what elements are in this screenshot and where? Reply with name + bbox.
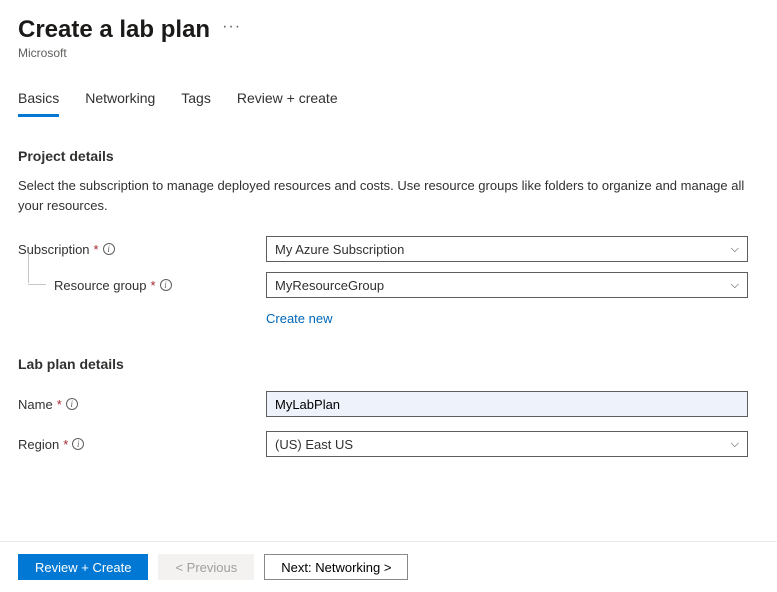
chevron-down-icon: ⌵ <box>731 438 739 451</box>
chevron-down-icon: ⌵ <box>731 279 739 292</box>
tab-networking[interactable]: Networking <box>85 84 155 117</box>
subscription-value: My Azure Subscription <box>275 242 404 257</box>
required-marker: * <box>151 278 156 293</box>
tabs: Basics Networking Tags Review + create <box>18 84 759 118</box>
project-details-heading: Project details <box>18 148 759 164</box>
resource-group-label: Resource group <box>54 278 147 293</box>
more-actions-icon[interactable]: ··· <box>222 18 241 42</box>
info-icon[interactable]: i <box>103 243 115 255</box>
footer: Review + Create < Previous Next: Network… <box>0 541 777 592</box>
resource-group-value: MyResourceGroup <box>275 278 384 293</box>
review-create-button[interactable]: Review + Create <box>18 554 148 580</box>
info-icon[interactable]: i <box>66 398 78 410</box>
required-marker: * <box>94 242 99 257</box>
create-new-link[interactable]: Create new <box>266 311 332 326</box>
tab-tags[interactable]: Tags <box>181 84 211 117</box>
lab-plan-details-heading: Lab plan details <box>18 356 759 372</box>
required-marker: * <box>57 397 62 412</box>
project-details-description: Select the subscription to manage deploy… <box>18 176 758 215</box>
page-title: Create a lab plan <box>18 16 210 44</box>
tab-review-create[interactable]: Review + create <box>237 84 338 117</box>
name-label: Name <box>18 397 53 412</box>
subscription-dropdown[interactable]: My Azure Subscription ⌵ <box>266 236 748 262</box>
tab-basics[interactable]: Basics <box>18 84 59 117</box>
next-button[interactable]: Next: Networking > <box>264 554 408 580</box>
resource-group-dropdown[interactable]: MyResourceGroup ⌵ <box>266 272 748 298</box>
region-value: (US) East US <box>275 437 353 452</box>
name-input[interactable] <box>266 391 748 417</box>
chevron-down-icon: ⌵ <box>731 243 739 256</box>
required-marker: * <box>63 437 68 452</box>
previous-button: < Previous <box>158 554 254 580</box>
region-dropdown[interactable]: (US) East US ⌵ <box>266 431 748 457</box>
page-subtitle: Microsoft <box>18 46 759 60</box>
info-icon[interactable]: i <box>160 279 172 291</box>
info-icon[interactable]: i <box>72 438 84 450</box>
region-label: Region <box>18 437 59 452</box>
